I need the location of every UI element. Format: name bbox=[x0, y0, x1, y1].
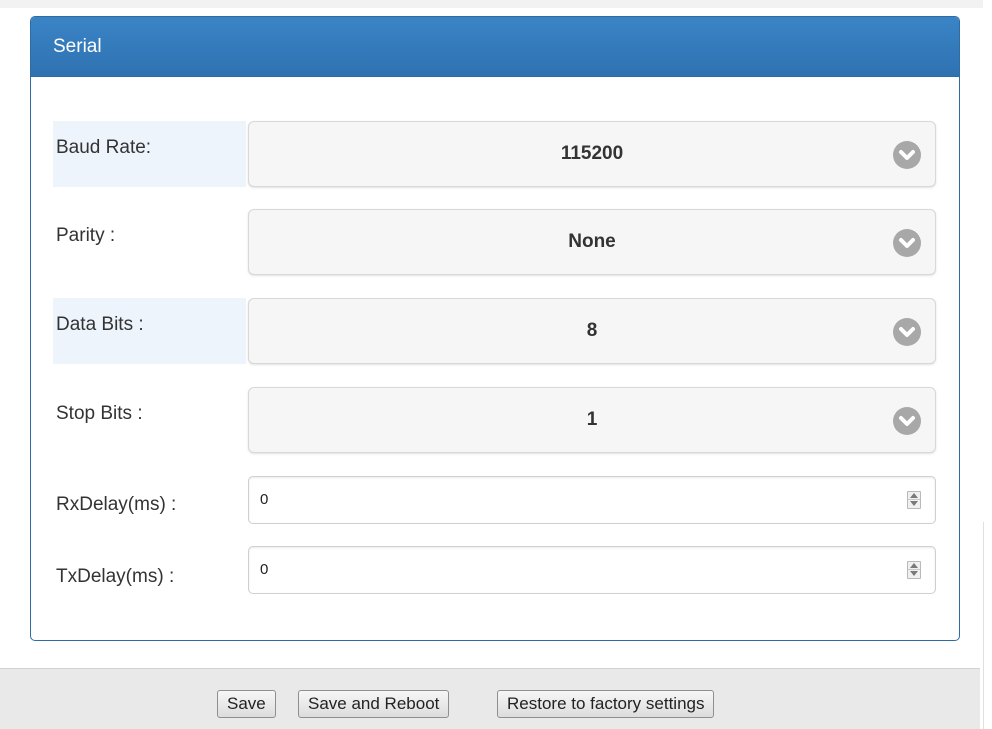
top-strip bbox=[0, 0, 992, 8]
scrollbar[interactable] bbox=[983, 522, 992, 729]
chevron-down-icon bbox=[893, 318, 921, 346]
panel-title: Serial bbox=[31, 17, 959, 77]
data-bits-label-text: Data Bits : bbox=[56, 314, 144, 335]
restore-factory-button[interactable]: Restore to factory settings bbox=[497, 690, 715, 718]
baud-rate-label-text: Baud Rate: bbox=[56, 137, 152, 158]
chevron-down-icon bbox=[893, 407, 921, 435]
parity-select[interactable]: None bbox=[248, 209, 936, 275]
stop-bits-row: Stop Bits : 1 bbox=[53, 387, 936, 453]
data-bits-value: 8 bbox=[586, 320, 598, 341]
rx-delay-label: RxDelay(ms) : bbox=[56, 494, 177, 515]
parity-label: Parity : bbox=[53, 209, 246, 275]
tx-delay-label: TxDelay(ms) : bbox=[56, 566, 175, 587]
parity-value: None bbox=[568, 231, 616, 252]
rx-delay-row: RxDelay(ms) : 0 bbox=[53, 476, 936, 524]
save-and-reboot-button[interactable]: Save and Reboot bbox=[298, 690, 450, 718]
spinner-down[interactable] bbox=[908, 500, 920, 508]
chevron-down-icon bbox=[893, 229, 921, 257]
spinner-icon[interactable] bbox=[907, 561, 921, 579]
baud-rate-label: Baud Rate: bbox=[53, 121, 246, 187]
stop-bits-label: Stop Bits : bbox=[53, 387, 246, 453]
serial-settings-page: Serial Baud Rate: 115200 Parity : None D… bbox=[0, 0, 992, 729]
rx-delay-input[interactable]: 0 bbox=[248, 476, 936, 524]
data-bits-row: Data Bits : 8 bbox=[53, 298, 936, 364]
parity-label-text: Parity : bbox=[56, 225, 116, 246]
action-footer: Save Save and Reboot Restore to factory … bbox=[0, 668, 980, 729]
spinner-icon[interactable] bbox=[907, 491, 921, 509]
rx-delay-value: 0 bbox=[260, 491, 269, 508]
stop-bits-label-text: Stop Bits : bbox=[56, 403, 143, 424]
baud-rate-row: Baud Rate: 115200 bbox=[53, 121, 936, 187]
save-button[interactable]: Save bbox=[217, 690, 276, 718]
baud-rate-select[interactable]: 115200 bbox=[248, 121, 936, 187]
serial-panel: Serial Baud Rate: 115200 Parity : None D… bbox=[30, 16, 960, 641]
chevron-down-icon bbox=[893, 141, 921, 169]
parity-row: Parity : None bbox=[53, 209, 936, 275]
tx-delay-row: TxDelay(ms) : 0 bbox=[53, 546, 936, 594]
tx-delay-value: 0 bbox=[260, 561, 269, 578]
spinner-up[interactable] bbox=[908, 492, 920, 500]
stop-bits-value: 1 bbox=[586, 409, 598, 430]
data-bits-select[interactable]: 8 bbox=[248, 298, 936, 364]
data-bits-label: Data Bits : bbox=[53, 298, 246, 364]
stop-bits-select[interactable]: 1 bbox=[248, 387, 936, 453]
spinner-down[interactable] bbox=[908, 570, 920, 578]
baud-rate-value: 115200 bbox=[560, 143, 624, 164]
spinner-up[interactable] bbox=[908, 562, 920, 570]
tx-delay-input[interactable]: 0 bbox=[248, 546, 936, 594]
